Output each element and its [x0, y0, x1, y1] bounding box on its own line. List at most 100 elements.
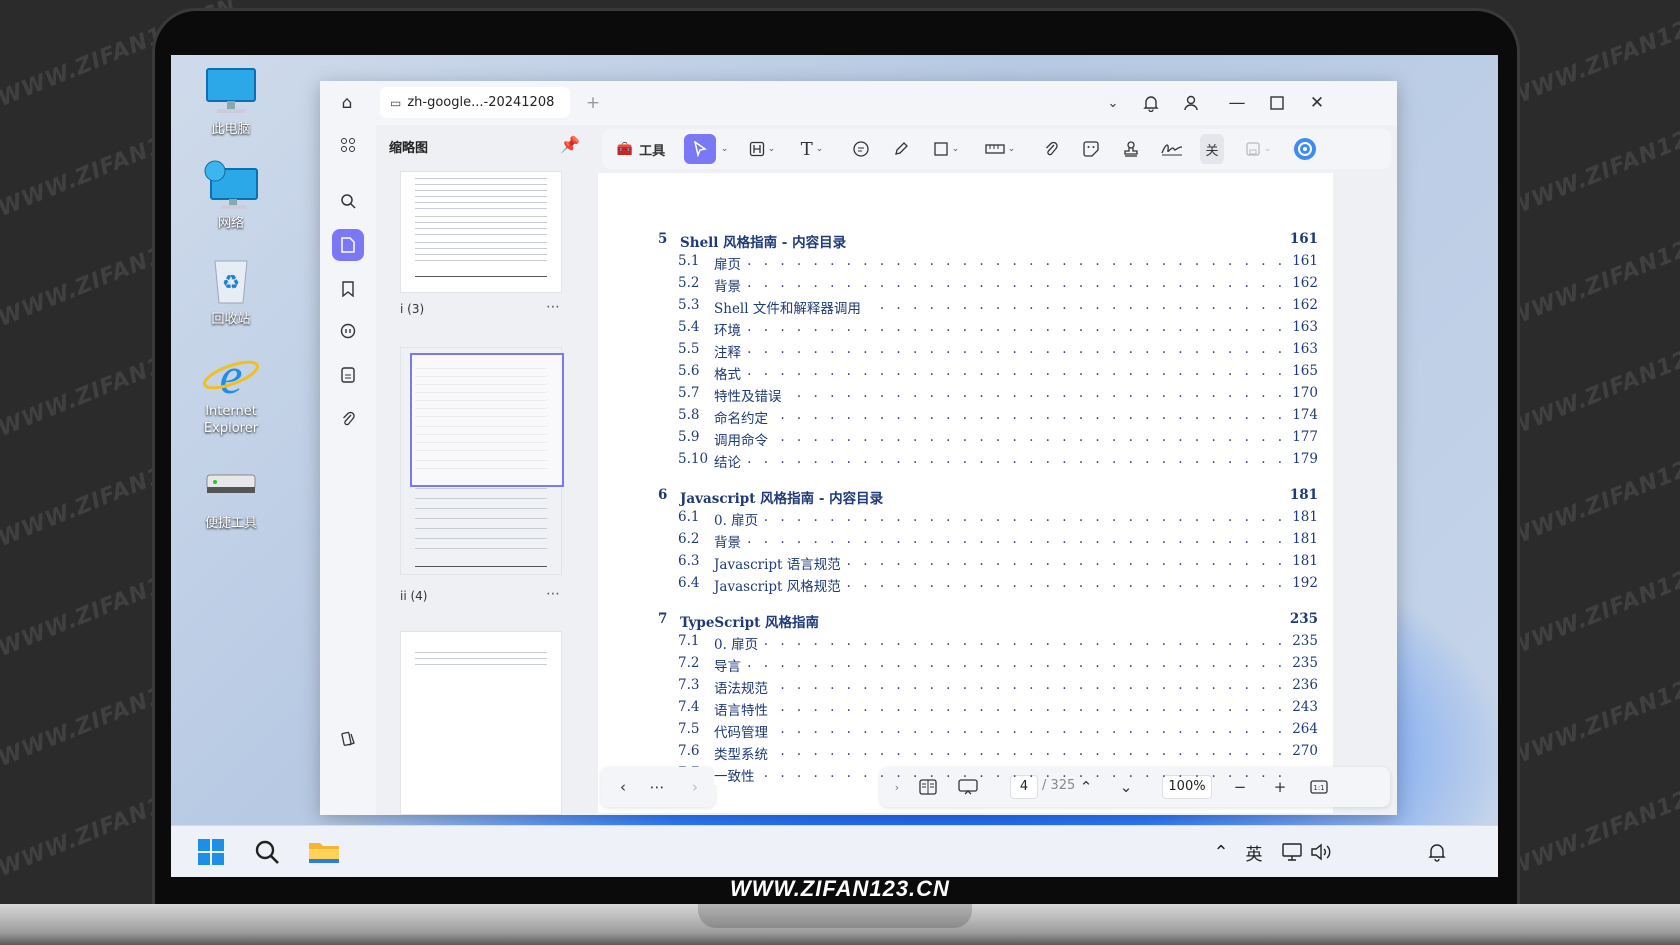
toc-entry[interactable]: 5.2 . . . . . . . . . . . . . . . . . . .…: [678, 275, 1318, 295]
toc-entry-title: Shell 文件和解释器调用: [714, 297, 867, 317]
desktop-icon-internet-explorer[interactable]: e Internet Explorer: [183, 347, 279, 437]
toc-entry[interactable]: 5.4 . . . . . . . . . . . . . . . . . . .…: [678, 319, 1318, 339]
comment-tool[interactable]: [846, 134, 876, 164]
minimize-icon[interactable]: —: [1224, 90, 1250, 116]
tools-button[interactable]: 🧰 工具: [610, 134, 672, 164]
attachment-icon[interactable]: [332, 403, 364, 435]
user-icon[interactable]: [1178, 90, 1204, 116]
toc-entry-title: 注释: [714, 341, 747, 361]
measure-tool[interactable]: ⌄: [978, 134, 1022, 164]
toc-entry[interactable]: 5.3. . . . . . . . . . . . . . . . . . .…: [678, 297, 1318, 317]
toc-chapter-number: 6: [658, 487, 668, 503]
desktop-icon-this-pc[interactable]: 此电脑: [183, 65, 279, 138]
toc-entry[interactable]: 5.9 . . . . . . . . . . . . . . . . . . .…: [678, 429, 1318, 449]
watermark-text: WWW.ZIFAN123.CN: [1504, 103, 1680, 222]
start-icon[interactable]: [195, 836, 227, 868]
toc-leader-dots: . . . . . . . . . . . . . . . . . . . . …: [714, 677, 1286, 693]
document-tab[interactable]: ▭ zh-google...-20241208: [380, 87, 570, 118]
more-icon[interactable]: ⋯: [546, 299, 560, 315]
bookmark-icon[interactable]: [332, 273, 364, 305]
ime-indicator[interactable]: 英: [1243, 836, 1265, 868]
thumbnails-icon[interactable]: [332, 229, 364, 261]
toc-entry[interactable]: 7.6 . . . . . . . . . . . . . . . . . . .…: [678, 743, 1318, 763]
stamp-icon[interactable]: [1116, 134, 1146, 164]
toc-chapter[interactable]: 7 TypeScript 风格指南 235: [658, 611, 1318, 631]
toc-entry-title: 一致性: [714, 765, 761, 785]
forward-icon[interactable]: ›: [685, 773, 705, 801]
thumbnails-title: 缩略图: [389, 141, 429, 156]
desktop-icon-network[interactable]: 网络: [183, 159, 279, 232]
toc-entry-page: 179: [1288, 451, 1318, 467]
toc-entry[interactable]: 7.4 . . . . . . . . . . . . . . . . . . .…: [678, 699, 1318, 719]
pen-tool[interactable]: [886, 134, 916, 164]
toc-chapter-title: TypeScript 风格指南: [680, 615, 820, 631]
close-icon[interactable]: ✕: [1304, 90, 1330, 116]
file-explorer-icon[interactable]: [307, 836, 341, 868]
desktop-icon-recycle-bin[interactable]: ♻ 回收站: [183, 255, 279, 328]
toc-entry-page: 270: [1288, 743, 1318, 759]
comments-icon[interactable]: [332, 315, 364, 347]
svg-text:1:1: 1:1: [1313, 784, 1324, 792]
toc-entry[interactable]: 7.2 . . . . . . . . . . . . . . . . . . .…: [678, 655, 1318, 675]
highlight-tool[interactable]: ⌄: [742, 134, 782, 164]
layers-icon[interactable]: [332, 723, 364, 755]
toc-entry[interactable]: 5.7 . . . . . . . . . . . . . . . . . . .…: [678, 385, 1318, 405]
toc-entry[interactable]: 6.2 . . . . . . . . . . . . . . . . . . .…: [678, 531, 1318, 551]
toc-leader-dots: . . . . . . . . . . . . . . . . . . . . …: [714, 407, 1286, 423]
pages-icon[interactable]: [332, 359, 364, 391]
thumbnail-page-3[interactable]: [400, 171, 562, 293]
toc-entry[interactable]: 5.6 . . . . . . . . . . . . . . . . . . .…: [678, 363, 1318, 383]
thumbnail-page-5[interactable]: [400, 631, 562, 815]
desktop-icon-tools[interactable]: 便捷工具: [183, 459, 279, 532]
toc-entry-title: 命名约定: [714, 407, 774, 427]
ai-assistant-icon[interactable]: [1290, 134, 1320, 164]
watermark-text: WWW.ZIFAN123.CN: [1504, 0, 1680, 112]
shape-tool[interactable]: ⌄: [926, 134, 966, 164]
toc-entry-number: 5.3: [678, 297, 700, 313]
volume-icon[interactable]: [1309, 836, 1333, 868]
search-icon[interactable]: [332, 185, 364, 217]
close-toolbar-button[interactable]: 关: [1200, 134, 1224, 164]
toc-entry[interactable]: 5.5 . . . . . . . . . . . . . . . . . . .…: [678, 341, 1318, 361]
toc-entry[interactable]: 5.1 . . . . . . . . . . . . . . . . . . .…: [678, 253, 1318, 273]
toc-entry[interactable]: 6.3. . . . . . . . . . . . . . . . . . .…: [678, 553, 1318, 573]
select-dropdown-icon[interactable]: ⌄: [716, 134, 730, 164]
new-tab-icon[interactable]: +: [580, 90, 606, 116]
toc-chapter[interactable]: 5 Shell 风格指南 - 内容目录 161: [658, 231, 1318, 251]
save-icon[interactable]: ⌄: [1238, 134, 1278, 164]
watermark-text: WWW.ZIFAN123.CN: [1504, 323, 1680, 442]
home-icon[interactable]: ⌂: [334, 90, 360, 116]
toc-chapter[interactable]: 6 Javascript 风格指南 - 内容目录 181: [658, 487, 1318, 507]
toc-entry[interactable]: 5.10 . . . . . . . . . . . . . . . . . . …: [678, 451, 1318, 471]
taskbar: ⌃ 英: [171, 825, 1498, 877]
more-icon[interactable]: ⋯: [647, 773, 667, 801]
text-tool[interactable]: T ⌄: [792, 134, 832, 164]
current-view-frame[interactable]: [410, 353, 564, 487]
toc-entry[interactable]: 6.1 . . . . . . . . . . . . . . . . . . .…: [678, 509, 1318, 529]
toc-entry[interactable]: 5.8 . . . . . . . . . . . . . . . . . . .…: [678, 407, 1318, 427]
toc-entry[interactable]: 6.4. . . . . . . . . . . . . . . . . . .…: [678, 575, 1318, 595]
actual-size-icon[interactable]: 1:1: [1308, 773, 1330, 801]
back-icon[interactable]: ‹: [613, 773, 633, 801]
signature-icon[interactable]: [1156, 134, 1188, 164]
bell-icon[interactable]: [1138, 90, 1164, 116]
toc-entry-page: 177: [1288, 429, 1318, 445]
toc-entry[interactable]: 7.5 . . . . . . . . . . . . . . . . . . .…: [678, 721, 1318, 741]
more-icon[interactable]: ⋯: [546, 586, 560, 602]
toc-entry[interactable]: 7.1 . . . . . . . . . . . . . . . . . . .…: [678, 633, 1318, 653]
tray-expand-icon[interactable]: ⌃: [1211, 836, 1231, 868]
apps-grid-icon[interactable]: [332, 129, 364, 161]
pin-icon[interactable]: 📌: [560, 135, 580, 154]
toc-leader-dots: . . . . . . . . . . . . . . . . . . . . …: [714, 655, 1286, 671]
chevron-down-icon[interactable]: ⌄: [1100, 90, 1126, 116]
notification-icon[interactable]: [1425, 836, 1449, 868]
search-icon[interactable]: [251, 836, 283, 868]
sticker-icon[interactable]: [1076, 134, 1106, 164]
network-status-icon[interactable]: [1281, 836, 1305, 868]
paperclip-icon[interactable]: [1036, 134, 1066, 164]
toc-entry-title: 0. 扉页: [714, 633, 765, 653]
select-tool[interactable]: [684, 134, 716, 164]
maximize-icon[interactable]: [1264, 90, 1290, 116]
toc-entry[interactable]: 7.3 . . . . . . . . . . . . . . . . . . .…: [678, 677, 1318, 697]
toc-entry-number: 5.9: [678, 429, 700, 445]
